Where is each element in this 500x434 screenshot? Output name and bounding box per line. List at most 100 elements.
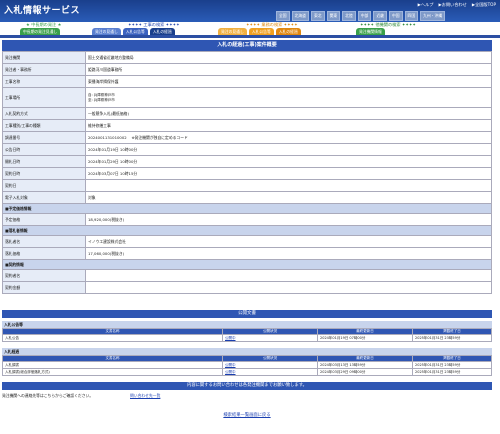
row-value: 2024年01月19日 10時00分: [85, 143, 492, 156]
row-label: 工事名称: [2, 75, 86, 88]
contract-section-head: ■契約情報: [2, 259, 492, 270]
contact-label: 発注機関への連絡先等はこちらからご確認ください。: [2, 393, 94, 398]
table-row: 契約金額: [2, 281, 492, 294]
region-link[interactable]: 近畿: [373, 11, 387, 21]
doc-status-link[interactable]: 公開中: [225, 336, 236, 340]
row-value: 国土交通省近畿地方整備局: [85, 51, 492, 64]
row-value: 対象: [85, 191, 492, 204]
region-nav: 全国 北海道 東北 関東 北陸 中部 近畿 中国 四国 九州・沖縄: [276, 11, 446, 21]
row-label: 契約金額: [2, 281, 86, 294]
row-label: 工事種別/工事の種類: [2, 119, 86, 132]
docs-table-result: 文書名称 公開状況 最終更新日 掲載終了日 入札調書 公開中 2024年03月1…: [2, 355, 492, 376]
doc-status[interactable]: 公開中: [222, 368, 318, 376]
docs-group-result: 入札経過: [2, 348, 492, 355]
docs-title: 公開文書: [2, 310, 492, 318]
doc-name: 入札調書: [2, 361, 223, 369]
procurement-number: 2024001131010002: [88, 134, 127, 140]
region-link[interactable]: 東北: [310, 11, 325, 21]
doc-updated: 2024年01月19日 07時00分: [317, 334, 413, 342]
table-row: 工事場所 自: 兵庫県神戸市 至: 兵庫県神戸市: [2, 87, 492, 108]
row-label: 調達番号: [2, 131, 86, 144]
region-link[interactable]: 北陸: [342, 11, 356, 21]
table-row: 落札価格 17,060,000(税抜き): [2, 247, 492, 260]
table-row: 入札契約方式 一般競争入札(最低価格): [2, 107, 492, 120]
row-label: 入札契約方式: [2, 107, 86, 120]
region-link[interactable]: 四国: [404, 11, 419, 21]
back-to-results-link[interactable]: 検索結果一覧画面に戻る: [223, 413, 270, 418]
section-row: ■契約情報: [2, 259, 492, 270]
row-value: 17,060,000(税抜き): [85, 247, 492, 260]
doc-updated: 2024年03月29日 09時00分: [317, 368, 413, 376]
procurement-note: ※発注機関が独自に定めるコード: [131, 134, 188, 140]
table-row: 落札者名 イノウエ建設株式会社: [2, 235, 492, 248]
section-row: ■予定価格情報: [2, 203, 492, 214]
region-link[interactable]: 中部: [357, 11, 372, 21]
row-label: 契約者名: [2, 269, 86, 282]
section-row: ■落札者情報: [2, 225, 492, 236]
table-row: 公告日時 2024年01月19日 10時00分: [2, 143, 492, 156]
table-row: 入札調書 公開中 2024年03月13日 13時59分 2025年01月31日 …: [2, 361, 492, 369]
row-value: 2024年01月29日 10時00分: [85, 155, 492, 168]
winner-section-head: ■落札者情報: [2, 225, 492, 236]
price-section-head: ■予定価格情報: [2, 203, 492, 214]
doc-end: 2025年01月31日 23時59分: [412, 368, 492, 376]
doc-end: 2025年01月31日 23時59分: [412, 361, 492, 369]
table-row: 発注者・事務所 姫路河川国道事務所: [2, 63, 492, 76]
table-row: 工事種別/工事の種類 維持修繕工事: [2, 119, 492, 132]
doc-status[interactable]: 公開中: [222, 334, 318, 342]
table-row: 電子入札対象 対象: [2, 191, 492, 204]
header-divider: [0, 35, 500, 38]
location-to: 至: 兵庫県神戸市: [88, 97, 115, 102]
row-label: 発注者・事務所: [2, 63, 86, 76]
doc-status-link[interactable]: 公開中: [225, 370, 236, 374]
row-label: 予定価格: [2, 213, 86, 226]
row-label: 落札者名: [2, 235, 86, 248]
table-row: 開札日時 2024年01月29日 10時00分: [2, 155, 492, 168]
region-link[interactable]: 中国: [388, 11, 403, 21]
help-link[interactable]: ▶ヘルプ: [418, 2, 434, 8]
back-row: 検索結果一覧画面に戻る: [2, 412, 492, 418]
table-row: 入札調書(総合評価落札方式) 公開中 2024年03月29日 09時00分 20…: [2, 368, 492, 376]
inquiry-notice: 内容に関するお問い合わせは各発注機関までお願い致します。: [2, 382, 492, 390]
table-row: 契約日時 2024年03月07日 10時15分: [2, 167, 492, 180]
national-top-link[interactable]: ▶全国版TOP: [472, 2, 496, 8]
row-label: 契約日時: [2, 167, 86, 180]
row-value: 自: 兵庫県神戸市 至: 兵庫県神戸市: [85, 87, 492, 108]
doc-status-link[interactable]: 公開中: [225, 363, 236, 367]
table-row: 契約日: [2, 179, 492, 192]
docs-table-notice: 文書名称 公開状況 最終更新日 掲載終了日 入札公告 公開中 2024年01月1…: [2, 328, 492, 342]
doc-name: 入札公告: [2, 334, 223, 342]
region-link[interactable]: 九州・沖縄: [420, 11, 446, 21]
row-value: 18,920,000(税抜き): [85, 213, 492, 226]
doc-updated: 2024年03月13日 13時59分: [317, 361, 413, 369]
row-label: 開札日時: [2, 155, 86, 168]
doc-name: 入札調書(総合評価落札方式): [2, 368, 223, 376]
row-value: 東播海岸揖保外護: [85, 75, 492, 88]
table-row: 調達番号 2024001131010002 ※発注機関が独自に定めるコード: [2, 131, 492, 144]
row-label: 契約日: [2, 179, 86, 192]
detail-title: 入札の経過(工事)案件概要: [2, 40, 492, 51]
row-label: 電子入札対象: [2, 191, 86, 204]
row-value: [85, 281, 492, 294]
region-link[interactable]: 関東: [326, 11, 341, 21]
table-row: 契約者名: [2, 269, 492, 282]
doc-status[interactable]: 公開中: [222, 361, 318, 369]
row-value: [85, 179, 492, 192]
top-links: ▶ヘルプ ▶お問い合わせ ▶全国版TOP: [418, 2, 496, 8]
row-value: 2024年03月07日 10時15分: [85, 167, 492, 180]
contact-link[interactable]: ▶お問い合わせ: [438, 2, 466, 8]
detail-table: 発注機関 国土交通省近畿地方整備局 発注者・事務所 姫路河川国道事務所 工事名称 東播…: [2, 51, 492, 294]
contact-list-link[interactable]: 問い合わせ先一覧: [130, 392, 160, 399]
contact-row: 発注機関への連絡先等はこちらからご確認ください。 問い合わせ先一覧: [2, 392, 492, 399]
doc-end: 2025年01月31日 23時59分: [412, 334, 492, 342]
region-link[interactable]: 全国: [276, 11, 290, 21]
region-link[interactable]: 北海道: [291, 11, 309, 21]
table-row: 予定価格 18,920,000(税抜き): [2, 213, 492, 226]
row-label: 発注機関: [2, 51, 86, 64]
main-content: 入札の経過(工事)案件概要 発注機関 国土交通省近畿地方整備局 発注者・事務所 姫路…: [2, 40, 492, 418]
row-label: 公告日時: [2, 143, 86, 156]
row-label: 落札価格: [2, 247, 86, 260]
row-value: イノウエ建設株式会社: [85, 235, 492, 248]
site-title: 入札情報サービス: [4, 6, 81, 16]
header: 入札情報サービス ▶ヘルプ ▶お問い合わせ ▶全国版TOP 全国 北海道 東北 …: [0, 0, 500, 22]
